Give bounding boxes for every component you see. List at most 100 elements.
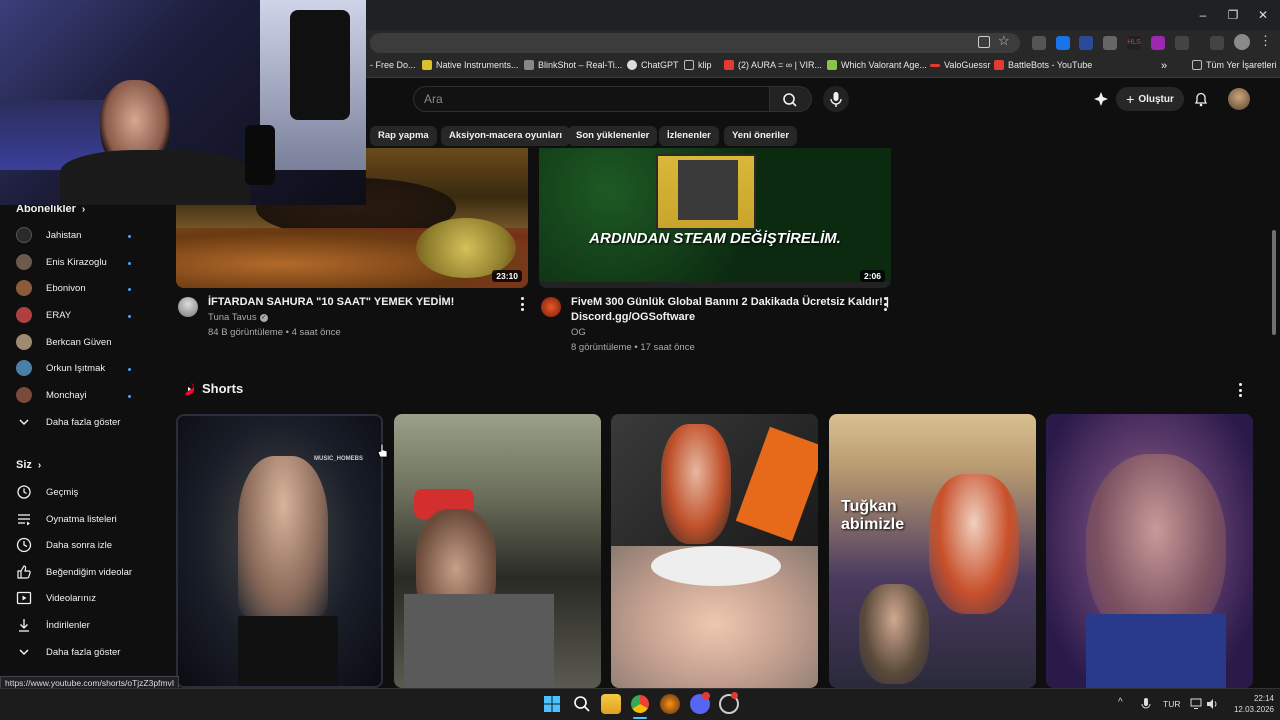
video-menu-icon[interactable] bbox=[883, 297, 887, 311]
browser-menu-icon[interactable]: ⋮ bbox=[1259, 33, 1272, 49]
bookmark-item[interactable]: (2) AURA = ∞ | VIR... bbox=[724, 60, 822, 70]
short-thumbnail[interactable]: MUSIC_HOMEBS bbox=[176, 414, 383, 688]
browser-app-icon[interactable] bbox=[660, 694, 680, 714]
bookmark-item[interactable]: BlinkShot – Real-Ti... bbox=[524, 60, 622, 70]
bookmark-item[interactable]: Native Instruments... bbox=[422, 60, 519, 70]
taskbar-search-icon[interactable] bbox=[573, 695, 591, 713]
extension-icon[interactable] bbox=[1079, 36, 1093, 50]
filter-chip[interactable]: İzlenenler bbox=[659, 126, 719, 146]
chrome-icon[interactable] bbox=[630, 694, 650, 714]
notification-badge bbox=[702, 692, 710, 700]
search-button[interactable] bbox=[770, 86, 812, 112]
shorts-menu-icon[interactable] bbox=[1238, 383, 1242, 397]
sidebar-item-downloads[interactable]: İndirilenler bbox=[16, 614, 90, 636]
input-language[interactable]: TUR bbox=[1163, 699, 1180, 709]
tray-overflow-button[interactable]: ^ bbox=[1118, 697, 1123, 708]
restore-icon[interactable]: ❐ bbox=[1222, 4, 1244, 26]
clock[interactable]: 22:14 12.03.2026 bbox=[1224, 693, 1274, 715]
voice-search-button[interactable] bbox=[823, 86, 849, 112]
sidebar-item-subscription[interactable]: Berkcan Güven bbox=[16, 331, 111, 353]
sidebar-item-playlists[interactable]: Oynatma listeleri bbox=[16, 508, 117, 530]
bookmark-item[interactable]: ValoGuessr bbox=[930, 60, 990, 70]
search-input[interactable] bbox=[413, 86, 770, 112]
sidebar-item-watch-later[interactable]: Daha sonra izle bbox=[16, 534, 112, 556]
filter-chip[interactable]: Rap yapma bbox=[370, 126, 437, 146]
url-bar[interactable] bbox=[370, 33, 1020, 53]
volume-icon[interactable] bbox=[1206, 698, 1218, 710]
bookmark-label: BlinkShot – Real-Ti... bbox=[538, 60, 623, 70]
folder-icon bbox=[1192, 60, 1202, 70]
sidebar-item-subscription[interactable]: Orkun Işıtmak bbox=[16, 357, 105, 379]
short-thumbnail[interactable] bbox=[611, 414, 818, 688]
download-extension-icon[interactable] bbox=[1103, 36, 1117, 50]
sidebar-item-subscription[interactable]: Ebonivon bbox=[16, 277, 86, 299]
bookmark-item[interactable]: - Free Do... bbox=[370, 60, 416, 70]
sidebar-item-subscription[interactable]: Monchayi bbox=[16, 384, 87, 406]
notifications-bell-icon[interactable] bbox=[1193, 91, 1209, 107]
filter-chip[interactable]: Aksiyon-macera oyunları bbox=[441, 126, 570, 146]
subscription-label: Enis Kirazoglu bbox=[46, 256, 107, 268]
thumbnail-graphic bbox=[859, 584, 929, 684]
bookmark-item[interactable]: BattleBots - YouTube bbox=[994, 60, 1092, 70]
video-title-line: Discord.gg/OGSoftware bbox=[571, 311, 696, 323]
sidebar-item-subscription[interactable]: Jahistan bbox=[16, 224, 81, 246]
bookmark-star-icon[interactable]: ☆ bbox=[998, 33, 1010, 49]
windows-start-icon[interactable] bbox=[543, 695, 561, 713]
page-scrollbar[interactable] bbox=[1272, 230, 1276, 335]
video-thumbnail[interactable]: ARDINDAN STEAM DEĞİŞTİRELİM. 2:06 bbox=[539, 148, 891, 288]
short-thumbnail[interactable] bbox=[394, 414, 601, 688]
extensions-puzzle-icon[interactable] bbox=[1175, 36, 1189, 50]
bookmark-item[interactable]: ChatGPT bbox=[627, 60, 679, 70]
sidebar-item-liked-videos[interactable]: Beğendiğim videolar bbox=[16, 561, 132, 583]
file-explorer-icon[interactable] bbox=[601, 694, 621, 714]
overflow-label: » bbox=[1161, 60, 1168, 72]
hls-extension-icon[interactable]: HLS bbox=[1127, 36, 1141, 50]
install-app-icon[interactable] bbox=[978, 36, 990, 48]
playlists-icon bbox=[18, 514, 30, 526]
extension-icon[interactable] bbox=[1151, 36, 1165, 50]
show-more-subscriptions-button[interactable]: Daha fazla göster bbox=[16, 411, 120, 433]
short-thumbnail[interactable]: Tuğkan abimizle bbox=[829, 414, 1036, 688]
subscription-label: Monchayi bbox=[46, 389, 87, 401]
sidebar-item-your-videos[interactable]: Videolarınız bbox=[16, 587, 96, 609]
sidebar-item-history[interactable]: Geçmiş bbox=[16, 481, 78, 503]
gemini-sparkle-icon[interactable] bbox=[1093, 91, 1109, 107]
microphone-tray-icon[interactable] bbox=[1140, 697, 1152, 711]
close-icon[interactable]: ✕ bbox=[1252, 4, 1274, 26]
media-control-icon[interactable] bbox=[1210, 36, 1224, 50]
filter-chip[interactable]: Yeni öneriler bbox=[724, 126, 798, 146]
user-avatar[interactable] bbox=[1228, 88, 1250, 110]
short-thumbnail[interactable] bbox=[1046, 414, 1253, 688]
filter-chip[interactable]: Son yüklenenler bbox=[568, 126, 658, 146]
minimize-icon[interactable]: – bbox=[1192, 4, 1214, 26]
bookmark-label: ValoGuessr bbox=[944, 60, 991, 70]
translate-extension-icon[interactable] bbox=[1056, 36, 1070, 50]
sidebar-item-label: Daha sonra izle bbox=[46, 539, 113, 551]
extension-icon[interactable] bbox=[1032, 36, 1046, 50]
sidebar-item-subscription[interactable]: Enis Kirazoglu bbox=[16, 251, 107, 273]
channel-avatar bbox=[16, 227, 32, 243]
you-heading[interactable]: Siz › bbox=[16, 459, 41, 471]
video-title[interactable]: İFTARDAN SAHURA "10 SAAT" YEMEK YEDİM! bbox=[208, 295, 508, 310]
create-button[interactable]: + Oluştur bbox=[1116, 87, 1184, 111]
channel-name-row[interactable]: Tuna Tavus ✓ bbox=[208, 312, 268, 323]
profile-avatar-icon[interactable] bbox=[1234, 34, 1250, 50]
network-icon[interactable] bbox=[1190, 698, 1202, 710]
webcam-overlay bbox=[0, 0, 366, 205]
new-content-dot bbox=[128, 235, 131, 238]
video-menu-icon[interactable] bbox=[520, 297, 524, 311]
video-title[interactable]: FiveM 300 Günlük Global Banını 2 Dakikad… bbox=[571, 295, 889, 325]
subscription-label: Jahistan bbox=[46, 229, 82, 241]
bookmarks-overflow-button[interactable]: » bbox=[1161, 60, 1167, 72]
notification-badge bbox=[731, 692, 738, 699]
channel-avatar[interactable] bbox=[541, 297, 561, 317]
channel-name[interactable]: OG bbox=[571, 327, 586, 338]
your-videos-icon bbox=[16, 591, 32, 605]
channel-avatar[interactable] bbox=[178, 297, 198, 317]
create-label: Oluştur bbox=[1138, 93, 1174, 105]
bookmark-item[interactable]: Which Valorant Age... bbox=[827, 60, 927, 70]
bookmark-item[interactable]: klip bbox=[684, 60, 712, 70]
all-bookmarks-button[interactable]: Tüm Yer İşaretleri bbox=[1192, 60, 1277, 70]
show-more-you-button[interactable]: Daha fazla göster bbox=[16, 641, 120, 663]
sidebar-item-subscription[interactable]: ERAY bbox=[16, 304, 71, 326]
